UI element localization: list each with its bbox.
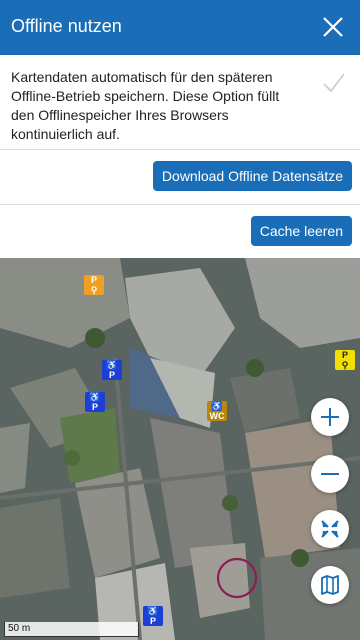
- download-offline-button[interactable]: Download Offline Datensätze: [152, 161, 352, 191]
- disabled-parking-icon[interactable]: ♿ P: [102, 360, 122, 380]
- recenter-button[interactable]: [311, 510, 349, 548]
- check-icon[interactable]: [322, 71, 346, 95]
- clear-cache-button[interactable]: Cache leeren: [250, 216, 352, 246]
- disabled-parking-icon[interactable]: ♿ P: [143, 606, 163, 626]
- aerial-imagery: [0, 258, 360, 640]
- disabled-parking-icon[interactable]: ♿ P: [85, 392, 105, 412]
- zoom-in-icon: [321, 408, 339, 426]
- recenter-icon: [321, 520, 339, 538]
- auto-offline-option[interactable]: Kartendaten automatisch für den späteren…: [0, 55, 360, 150]
- map-layers-button[interactable]: [311, 566, 349, 604]
- close-icon[interactable]: [318, 12, 348, 42]
- zoom-in-button[interactable]: [311, 398, 349, 436]
- download-row: Download Offline Datensätze: [0, 150, 360, 205]
- zoom-out-icon: [321, 473, 339, 475]
- zoom-out-button[interactable]: [311, 455, 349, 493]
- accessible-wc-icon[interactable]: ♿ WC: [207, 401, 227, 421]
- cache-row: Cache leeren: [0, 205, 360, 259]
- auto-offline-text: Kartendaten automatisch für den späteren…: [11, 69, 280, 142]
- dialog-title: Offline nutzen: [11, 16, 122, 36]
- scale-bar: 50 m: [4, 622, 139, 637]
- bike-parking-icon[interactable]: P ⚲: [84, 275, 104, 295]
- dialog-header: Offline nutzen: [0, 0, 360, 55]
- map-layers-icon: [321, 575, 339, 595]
- map-view[interactable]: P ⚲ ♿ P ♿ P ♿ WC P ⚲ ♿ P 50 m: [0, 258, 360, 640]
- bike-parking-icon[interactable]: P ⚲: [335, 350, 355, 370]
